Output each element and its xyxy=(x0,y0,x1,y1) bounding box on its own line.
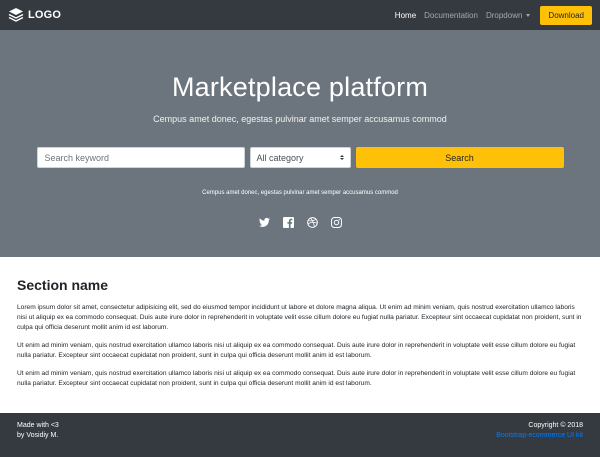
hero-title: Marketplace platform xyxy=(171,72,429,102)
search-form: Search keyword All category Search xyxy=(36,147,564,168)
layers-logo-icon xyxy=(8,7,24,23)
dribbble-icon[interactable] xyxy=(306,217,318,228)
download-button[interactable]: Download xyxy=(540,5,592,25)
content-section: Section name Lorem ipsum dolor sit amet,… xyxy=(0,257,600,413)
social-links xyxy=(258,217,342,228)
hero-subtitle: Cempus amet donec, egestas pulvinar amet… xyxy=(153,114,447,124)
category-select[interactable]: All category xyxy=(249,147,351,168)
brand[interactable]: LOGO xyxy=(8,7,61,23)
nav-links: Home Documentation Dropdown Download xyxy=(395,5,592,25)
footer-copyright: Copyright © 2018 xyxy=(528,422,583,429)
hero: Marketplace platform Cempus amet donec, … xyxy=(0,30,600,257)
footer: Made with <3 by Vosidiy M. Copyright © 2… xyxy=(0,413,600,457)
section-title: Section name xyxy=(17,277,109,293)
footer-left: Made with <3 by Vosidiy M. xyxy=(17,421,59,457)
footer-made-with: Made with <3 xyxy=(17,422,59,429)
facebook-icon[interactable] xyxy=(282,217,294,228)
category-select-value: All category xyxy=(256,152,304,163)
search-button[interactable]: Search xyxy=(355,147,564,168)
section-paragraph: Ut enim ad minim veniam, quis nostrud ex… xyxy=(17,342,576,359)
nav-documentation-link[interactable]: Documentation xyxy=(424,11,478,20)
section-paragraph: Ut enim ad minim veniam, quis nostrud ex… xyxy=(17,370,576,387)
brand-text: LOGO xyxy=(28,9,62,21)
twitter-icon[interactable] xyxy=(258,217,270,228)
section-paragraph: Lorem ipsum dolor sit amet, consectetur … xyxy=(17,304,582,331)
footer-ui-kit-link[interactable]: Bootstrap-ecommerce UI kit xyxy=(496,432,583,439)
caret-down-icon xyxy=(526,13,531,17)
select-arrows-icon xyxy=(339,155,344,160)
footer-right: Copyright © 2018 Bootstrap-ecommerce UI … xyxy=(496,421,583,457)
nav-home-link[interactable]: Home xyxy=(395,11,416,20)
nav-dropdown-toggle[interactable]: Dropdown xyxy=(485,10,531,20)
hero-small-text: Cempus amet donec, egestas pulvinar amet… xyxy=(202,190,398,196)
navbar: LOGO Home Documentation Dropdown Downloa… xyxy=(0,0,600,30)
search-input[interactable]: Search keyword xyxy=(36,147,245,168)
nav-dropdown-label: Dropdown xyxy=(485,10,523,20)
instagram-icon[interactable] xyxy=(330,217,342,228)
footer-author: by Vosidiy M. xyxy=(17,432,59,439)
